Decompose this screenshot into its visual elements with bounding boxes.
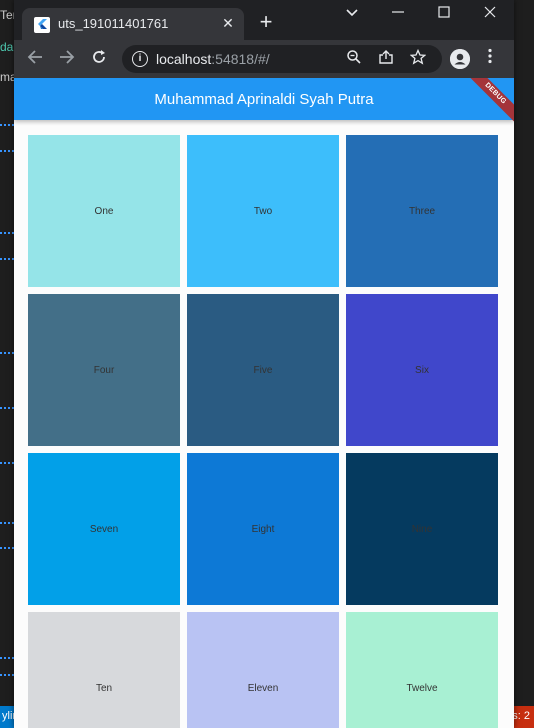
maximize-icon[interactable] bbox=[432, 4, 456, 24]
squiggle-decoration bbox=[0, 520, 14, 524]
squiggle-decoration bbox=[0, 256, 14, 260]
grid-tile[interactable]: Three bbox=[346, 135, 498, 287]
squiggle-decoration bbox=[0, 460, 14, 464]
app-bar: Muhammad Aprinaldi Syah Putra DEBUG bbox=[14, 78, 514, 125]
new-tab-icon[interactable]: + bbox=[256, 11, 276, 33]
close-tab-icon[interactable]: ✕ bbox=[220, 15, 236, 31]
zoom-icon[interactable] bbox=[344, 49, 364, 69]
grid-tile-label: Twelve bbox=[406, 682, 438, 694]
grid-tile[interactable]: Seven bbox=[28, 453, 180, 605]
grid-tile[interactable]: Ten bbox=[28, 612, 180, 728]
squiggle-decoration bbox=[0, 672, 14, 676]
bookmark-star-icon[interactable] bbox=[408, 48, 428, 69]
tab-title: uts_191011401761 bbox=[58, 16, 169, 31]
close-window-icon[interactable] bbox=[478, 4, 502, 24]
url-path: :54818/#/ bbox=[211, 51, 270, 67]
squiggle-decoration bbox=[0, 655, 14, 659]
tab-strip: uts_191011401761 ✕ + bbox=[14, 0, 514, 40]
grid-tile-label: Four bbox=[93, 364, 115, 376]
grid-tile-label: Seven bbox=[89, 523, 119, 535]
grid-tile[interactable]: Four bbox=[28, 294, 180, 446]
reload-icon[interactable] bbox=[88, 48, 110, 70]
grid-tile-label: Five bbox=[253, 364, 273, 376]
grid-tile[interactable]: Nine bbox=[346, 453, 498, 605]
profile-avatar-icon[interactable] bbox=[450, 49, 470, 69]
squiggle-decoration bbox=[0, 405, 14, 409]
grid-tile-label: Eleven bbox=[247, 682, 279, 694]
back-arrow-icon[interactable] bbox=[24, 48, 46, 70]
grid-tile-label: Nine bbox=[411, 523, 433, 535]
squiggle-decoration bbox=[0, 122, 14, 126]
site-info-icon[interactable]: i bbox=[132, 51, 148, 67]
app-viewport: Muhammad Aprinaldi Syah Putra DEBUG One T… bbox=[14, 78, 514, 728]
squiggle-decoration bbox=[0, 545, 14, 549]
tile-grid: One Two Three Four Five Six Seven Eight Nine Ten E… bbox=[28, 135, 498, 728]
address-bar[interactable]: i localhost:54818/#/ bbox=[122, 45, 442, 73]
browser-window: uts_191011401761 ✕ + i localhost:54818/#… bbox=[14, 0, 514, 728]
grid-tile-label: Three bbox=[408, 205, 436, 217]
forward-arrow-icon[interactable] bbox=[56, 48, 78, 70]
url-host: localhost bbox=[156, 51, 212, 67]
minimize-icon[interactable] bbox=[386, 4, 410, 24]
app-bar-title: Muhammad Aprinaldi Syah Putra bbox=[154, 91, 374, 108]
grid-tile[interactable]: Five bbox=[187, 294, 339, 446]
url-text: localhost:54818/#/ bbox=[156, 51, 270, 67]
screen: Ter dar ma ylin es: 2 uts_191011401761 ✕… bbox=[0, 0, 534, 728]
flutter-favicon-icon bbox=[34, 17, 50, 33]
grid-tile[interactable]: Eleven bbox=[187, 612, 339, 728]
squiggle-decoration bbox=[0, 350, 14, 354]
grid-tile[interactable]: Eight bbox=[187, 453, 339, 605]
grid-tile-label: Six bbox=[415, 364, 429, 376]
grid-tile[interactable]: Twelve bbox=[346, 612, 498, 728]
browser-toolbar: i localhost:54818/#/ bbox=[14, 40, 514, 78]
grid-tile[interactable]: Two bbox=[187, 135, 339, 287]
share-icon[interactable] bbox=[376, 49, 396, 69]
grid-tile-label: One bbox=[94, 205, 114, 217]
grid-tile-label: Ten bbox=[95, 682, 113, 694]
grid-tile[interactable]: Six bbox=[346, 294, 498, 446]
browser-tab[interactable]: uts_191011401761 ✕ bbox=[22, 8, 244, 40]
tab-search-chevron-icon[interactable] bbox=[340, 4, 364, 24]
grid-tile[interactable]: One bbox=[28, 135, 180, 287]
squiggle-decoration bbox=[0, 148, 14, 152]
more-menu-icon[interactable] bbox=[480, 48, 500, 70]
squiggle-decoration bbox=[0, 230, 14, 234]
grid-tile-label: Two bbox=[253, 205, 273, 217]
grid-tile-label: Eight bbox=[251, 523, 275, 535]
